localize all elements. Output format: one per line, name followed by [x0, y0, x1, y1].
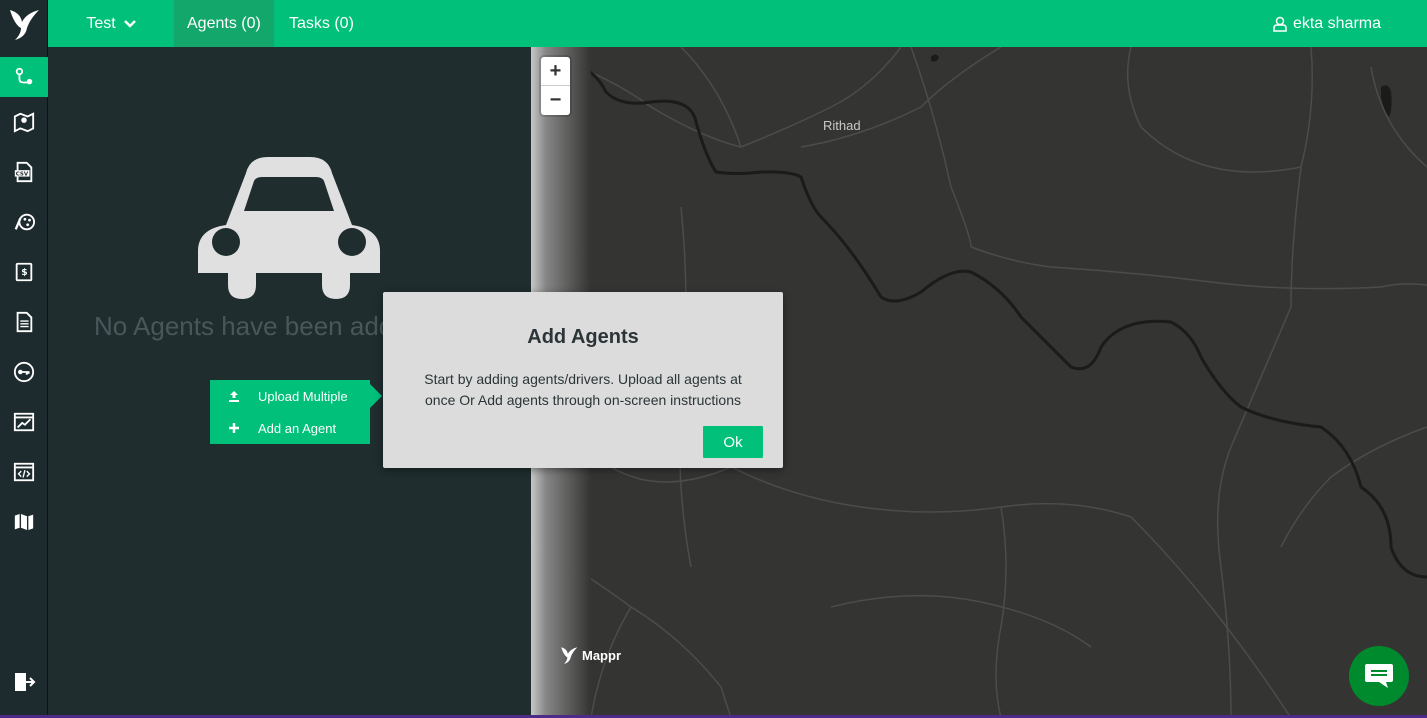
- chat-bubble-icon: [1365, 664, 1393, 688]
- svg-text:$: $: [21, 267, 27, 278]
- map-place-label: Rithad: [823, 118, 861, 133]
- sidebar-item-themes[interactable]: [0, 197, 48, 247]
- mappr-logo-icon: [561, 647, 578, 664]
- logout-icon: [15, 673, 36, 691]
- upload-icon: [229, 391, 239, 402]
- route-pin-icon: [15, 67, 33, 85]
- ok-button[interactable]: Ok: [703, 426, 763, 458]
- upload-multiple-button[interactable]: Upload Multiple: [210, 380, 370, 412]
- plus-icon: [229, 423, 239, 433]
- zoom-out-button[interactable]: −: [541, 86, 570, 115]
- mappr-brand: Mappr: [582, 647, 621, 663]
- sidebar-item-csv[interactable]: CSV: [0, 147, 48, 197]
- zoom-control: + −: [541, 57, 570, 115]
- csv-file-icon: CSV: [14, 161, 33, 183]
- user-name: ekta sharma: [1292, 14, 1381, 32]
- map-pin-icon: [13, 112, 35, 133]
- icon-rail: CSV $: [0, 0, 48, 718]
- user-menu[interactable]: ekta sharma: [1273, 0, 1381, 47]
- logout-button[interactable]: [0, 664, 48, 700]
- tab-tasks[interactable]: Tasks (0): [276, 0, 367, 47]
- document-icon: [16, 311, 33, 333]
- sidebar-item-maps[interactable]: [0, 497, 48, 547]
- menu-pointer: [370, 384, 382, 408]
- add-agent-menu: Upload Multiple Add an Agent: [210, 380, 382, 444]
- sidebar-item-docs[interactable]: [0, 297, 48, 347]
- project-name: Test: [86, 14, 116, 32]
- sidebar-item-analytics[interactable]: [0, 397, 48, 447]
- billing-book-icon: $: [15, 262, 33, 282]
- svg-text:CSV: CSV: [16, 172, 29, 178]
- logo[interactable]: [0, 0, 48, 47]
- sidebar-item-api-keys[interactable]: [0, 347, 48, 397]
- map-icon: [14, 513, 34, 531]
- sidebar-item-developer[interactable]: [0, 447, 48, 497]
- sidebar-item-billing[interactable]: $: [0, 247, 48, 297]
- analytics-chart-icon: [13, 412, 35, 432]
- add-agents-tooltip: Add Agents Start by adding agents/driver…: [383, 292, 783, 468]
- add-agent-button[interactable]: Add an Agent: [210, 412, 370, 444]
- mappr-attribution[interactable]: Mappr: [559, 645, 621, 665]
- code-window-icon: [13, 462, 35, 482]
- add-agent-label: Add an Agent: [258, 420, 337, 436]
- upload-multiple-label: Upload Multiple: [258, 388, 348, 404]
- key-icon: [13, 361, 35, 383]
- tab-agents[interactable]: Agents (0): [174, 0, 274, 47]
- project-selector[interactable]: Test: [48, 0, 174, 47]
- user-icon: [1273, 16, 1287, 32]
- car-icon: [198, 157, 380, 299]
- palette-icon: [14, 213, 35, 231]
- sidebar-item-territories[interactable]: [0, 97, 48, 147]
- top-bar: Test Agents (0) Tasks (0) ekta sharma: [48, 0, 1427, 47]
- sidebar-item-routes[interactable]: [0, 57, 48, 97]
- chat-button[interactable]: [1349, 646, 1409, 706]
- dialog-body: Start by adding agents/drivers. Upload a…: [424, 371, 742, 408]
- zoom-in-button[interactable]: +: [541, 57, 570, 86]
- chevron-down-icon: [123, 19, 136, 28]
- dialog-title: Add Agents: [527, 326, 639, 348]
- bird-logo-icon: [10, 9, 39, 40]
